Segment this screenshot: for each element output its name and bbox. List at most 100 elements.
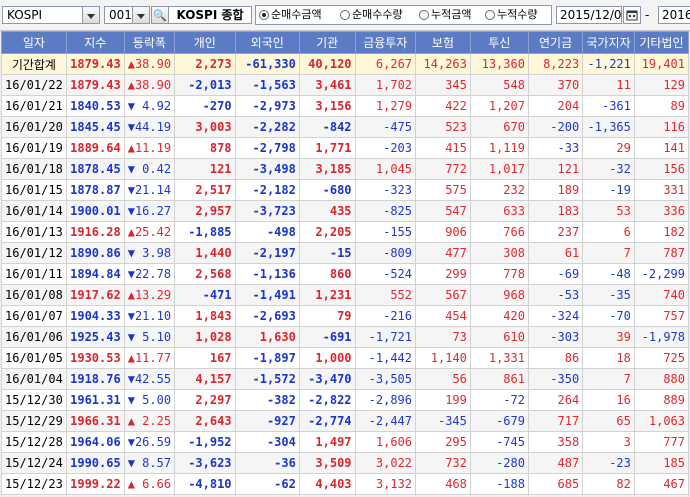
value-cell: 1,045 (354, 158, 417, 180)
chevron-down-icon[interactable] (82, 7, 99, 23)
column-header[interactable]: 연기금 (527, 31, 584, 54)
value-cell: -1,897 (234, 347, 300, 369)
table-row[interactable]: 15/12/23 1999.22 ▲ 6.66 -4,810 -62 4,403 3,132 4… (1, 473, 689, 495)
table-row[interactable]: 16/01/07 1904.33 ▼ 21.10 1,843 -2,693 79 -216 45… (1, 305, 689, 327)
code-combo[interactable]: 001 (104, 6, 150, 24)
value-cell: -927 (234, 410, 300, 432)
table-row[interactable]: 16/01/14 1900.01 ▼ 16.27 2,957 -3,723 435 -825 5… (1, 200, 689, 222)
table-row[interactable]: 16/01/11 1894.84 ▼ 22.78 2,568 -1,136 860 -524 2… (1, 263, 689, 285)
table-row[interactable]: 16/01/21 1840.53 ▼ 4.92 -270 -2,973 3,156 1,279… (1, 95, 689, 117)
value-cell: 73 (415, 326, 471, 348)
value-cell: 232 (469, 179, 529, 201)
value-cell: -32 (582, 158, 635, 180)
change-value: 42.55 (134, 372, 172, 386)
value-cell: -2,822 (298, 389, 356, 411)
change-value: 13.29 (134, 288, 172, 302)
value-cell: 89 (633, 95, 689, 117)
table-row[interactable]: 16/01/13 1916.28 ▲ 25.42 -1,885 -498 2,205 -155… (1, 221, 689, 243)
table-row[interactable]: 16/01/22 1879.43 ▲ 38.90 -2,013 -1,563 3,461 1,… (1, 74, 689, 96)
value-cell: 567 (415, 284, 471, 306)
value-cell: -2,693 (234, 305, 300, 327)
value-cell: -66 (234, 494, 300, 496)
value-cell: -155 (354, 221, 417, 243)
value-cell: 622 (633, 494, 689, 496)
index-cell: 1966.31 (65, 410, 125, 432)
radio-cumulative-amount[interactable]: 누적금액 (419, 8, 471, 22)
value-cell: 717 (527, 410, 584, 432)
value-cell: -1,491 (234, 284, 300, 306)
value-cell: 906 (415, 221, 471, 243)
change-value: 0.42 (142, 162, 172, 176)
table-row[interactable]: 15/12/221992.56▲11.37-2,716-662,165-5491… (1, 494, 689, 496)
change-cell: ▼ 5.00 (123, 389, 176, 411)
table-row[interactable]: 16/01/20 1845.45 ▼ 44.19 3,003 -2,282 -842 -475… (1, 116, 689, 138)
chevron-down-icon[interactable] (132, 7, 149, 23)
column-header[interactable]: 등락폭 (123, 31, 176, 54)
value-cell: -2,282 (234, 116, 300, 138)
value-cell: 422 (415, 95, 471, 117)
market-combo[interactable]: KOSPI (2, 6, 100, 24)
date-cell: 15/12/30 (1, 389, 67, 411)
table-row[interactable]: 16/01/08 1917.62 ▲ 13.29 -471 -1,491 1,231 552 5… (1, 284, 689, 306)
change-value: 25.42 (134, 225, 172, 239)
triangle-down-icon: ▼ (127, 204, 135, 218)
table-row[interactable]: 15/12/30 1961.31 ▼ 5.00 2,297 -382 -2,822 -2,89… (1, 389, 689, 411)
value-cell: -216 (354, 305, 417, 327)
value-cell: 7 (582, 242, 635, 264)
radio-net-amount[interactable]: 순매수금액 (259, 8, 322, 22)
value-cell: 548 (469, 74, 529, 96)
table-row[interactable]: 16/01/19 1889.64 ▲ 11.19 878 -2,798 1,771 -203 4… (1, 137, 689, 159)
column-header[interactable]: 국가지자 (582, 31, 635, 54)
value-cell: 732 (415, 452, 471, 474)
change-value: 5.00 (142, 393, 172, 407)
value-cell: -69 (527, 263, 584, 285)
value-cell: 12 (582, 494, 635, 496)
date-cell: 16/01/18 (1, 158, 67, 180)
value-cell: -188 (469, 473, 529, 495)
value-cell: 670 (469, 116, 529, 138)
table-row[interactable]: 16/01/06 1925.43 ▼ 5.10 1,028 1,630 -691 -1,721… (1, 326, 689, 348)
end-date-field[interactable]: 2016 (658, 6, 690, 24)
column-header[interactable]: 금융투자 (354, 31, 417, 54)
value-cell: 204 (527, 95, 584, 117)
table-row[interactable]: 15/12/29 1966.31 ▲ 2.25 2,643 -927 -2,774 -2,44… (1, 410, 689, 432)
table-row[interactable]: 16/01/18 1878.45 ▼ 0.42 121 -3,498 3,185 1,045 7… (1, 158, 689, 180)
value-cell: -1,721 (354, 326, 417, 348)
triangle-down-icon: ▼ (127, 162, 135, 176)
calendar-icon[interactable] (623, 6, 641, 24)
table-row[interactable]: 16/01/12 1890.86 ▼ 3.98 1,440 -2,197 -15 -809 47… (1, 242, 689, 264)
value-cell: 725 (633, 347, 689, 369)
value-cell: -19 (582, 179, 635, 201)
table-row[interactable]: 16/01/05 1930.53 ▲ 11.77 167 -1,897 1,000 -1,44… (1, 347, 689, 369)
value-cell: -1,563 (234, 74, 300, 96)
table-row[interactable]: 15/12/28 1964.06 ▼ 26.59 -1,952 -304 1,497 1,60… (1, 431, 689, 453)
column-header[interactable]: 일자 (1, 31, 67, 54)
table-row[interactable]: 16/01/15 1878.87 ▼ 21.14 2,517 -2,182 -680 -323… (1, 179, 689, 201)
column-header[interactable]: 투신 (469, 31, 529, 54)
table-row[interactable]: 16/01/04 1918.76 ▼ 42.55 4,157 -1,572 -3,470 -3… (1, 368, 689, 390)
radio-net-quantity[interactable]: 순매수수량 (340, 8, 403, 22)
start-date-field[interactable]: 2015/12/01 (556, 6, 629, 24)
index-cell: 1961.31 (65, 389, 125, 411)
value-cell: -1,221 (582, 53, 635, 75)
index-cell: 1918.76 (65, 368, 125, 390)
column-header[interactable]: 보험 (415, 31, 471, 54)
value-cell: 1,331 (469, 347, 529, 369)
column-header[interactable]: 기타법인 (633, 31, 689, 54)
column-header[interactable]: 지수 (65, 31, 125, 54)
change-cell: ▼ 26.59 (123, 431, 176, 453)
value-cell: 345 (415, 74, 471, 96)
value-cell: -3,623 (174, 452, 236, 474)
value-cell: -36 (234, 452, 300, 474)
value-cell: 3,461 (298, 74, 356, 96)
table-row[interactable]: 15/12/24 1990.65 ▼ 8.57 -3,623 -36 3,509 3,022 7… (1, 452, 689, 474)
value-cell: -280 (469, 452, 529, 474)
value-cell: -35 (582, 284, 635, 306)
radio-cumulative-quantity[interactable]: 누적수량 (485, 8, 537, 22)
value-cell: 185 (633, 452, 689, 474)
column-header[interactable]: 개인 (174, 31, 236, 54)
column-header[interactable]: 외국인 (234, 31, 300, 54)
search-button[interactable]: 🔍 (151, 6, 169, 24)
summary-row[interactable]: 기간합계 1879.43 ▲ 38.90 2,273 -61,330 40,120 6,267… (1, 53, 689, 75)
column-header[interactable]: 기관 (298, 31, 356, 54)
